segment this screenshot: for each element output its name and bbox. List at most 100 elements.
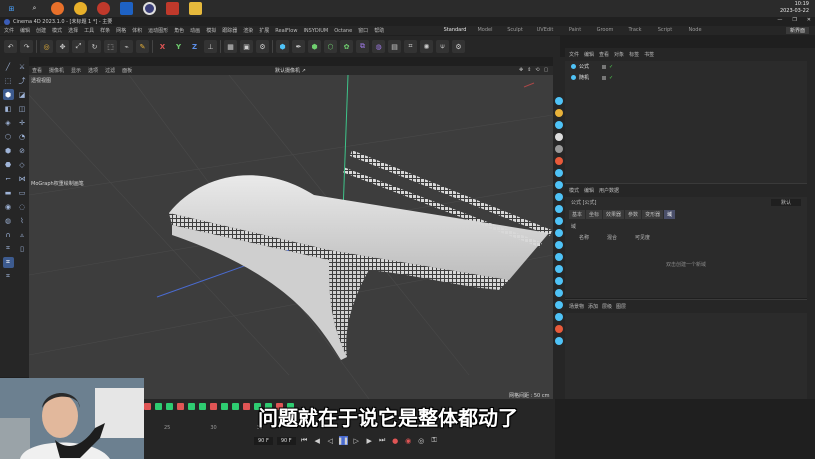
render-settings-icon[interactable]: ⚙ xyxy=(256,40,269,53)
menu-item[interactable]: 编辑 xyxy=(20,27,30,34)
attribute-tab[interactable]: 坐标 xyxy=(586,210,603,219)
file-explorer-icon[interactable] xyxy=(189,2,202,15)
lock-workplane-icon[interactable]: ⌗ xyxy=(3,271,14,282)
windows-start-icon[interactable]: ⊞ xyxy=(5,2,18,15)
viewport-menu-item[interactable]: 过滤 xyxy=(105,67,115,74)
xpresso-icon[interactable] xyxy=(555,313,563,321)
record-icon[interactable]: ● xyxy=(391,436,400,445)
layer-panel-item[interactable]: 添加 xyxy=(588,303,598,310)
loop-select-icon[interactable]: ◫ xyxy=(17,103,28,114)
model-mode-icon[interactable]: ⬢ xyxy=(2,89,14,100)
keyframe-marker[interactable] xyxy=(155,403,162,410)
menu-item[interactable]: 模式 xyxy=(52,27,62,34)
x-axis-icon[interactable]: X xyxy=(156,40,169,53)
layout-tab[interactable]: Sculpt xyxy=(500,27,530,33)
viewport-menu-item[interactable]: 选项 xyxy=(88,67,98,74)
z-axis-icon[interactable]: Z xyxy=(188,40,201,53)
menu-item[interactable]: 创建 xyxy=(36,27,46,34)
frame-end-field[interactable]: 90 F xyxy=(276,436,296,445)
layout-tab[interactable]: Node xyxy=(680,27,710,33)
app-red-icon[interactable] xyxy=(166,2,179,15)
maximize-icon[interactable]: ❐ xyxy=(792,17,796,23)
prev-key-icon[interactable]: ◀ xyxy=(313,436,322,445)
menu-item[interactable]: 窗口 xyxy=(358,27,368,34)
viewport-menu-item[interactable]: 摄像机 xyxy=(49,67,64,74)
generator-icon[interactable] xyxy=(555,217,563,225)
spline-icon[interactable] xyxy=(555,193,563,201)
move-tool-icon[interactable]: ✥ xyxy=(56,40,69,53)
knife-icon[interactable]: ⚔ xyxy=(17,61,28,72)
material-icon[interactable] xyxy=(555,97,563,105)
minimize-icon[interactable]: — xyxy=(777,17,782,23)
sketch-icon[interactable] xyxy=(555,301,563,309)
render-picture-viewer-icon[interactable]: ▣ xyxy=(240,40,253,53)
layout-tab[interactable]: Paint xyxy=(560,27,590,33)
effector-icon[interactable] xyxy=(555,181,563,189)
folder-icon[interactable]: ▯ xyxy=(17,243,28,254)
layer-panel-item[interactable]: 场景物 xyxy=(569,303,584,310)
stitch-icon[interactable]: ⌇ xyxy=(17,215,28,226)
attribute-tab[interactable]: 参数 xyxy=(625,210,642,219)
system-clock[interactable]: 10:19 2023-03-22 xyxy=(780,1,809,15)
layout-tab[interactable]: Groom xyxy=(590,27,620,33)
polygon-mode-icon[interactable]: ⬢ xyxy=(3,145,14,156)
fire-icon[interactable] xyxy=(555,325,563,333)
make-editable-icon[interactable]: ⬚ xyxy=(3,75,14,86)
menu-item[interactable]: 工具 xyxy=(84,27,94,34)
maximize-view-icon[interactable]: ▢ xyxy=(544,67,549,73)
tag-icon[interactable]: ⚙ xyxy=(452,40,465,53)
rotate-tool-icon[interactable]: ↻ xyxy=(88,40,101,53)
keyframe-marker[interactable] xyxy=(177,403,184,410)
light-icon[interactable]: ✺ xyxy=(420,40,433,53)
deformer-tag-icon[interactable] xyxy=(555,205,563,213)
onedrive-icon[interactable] xyxy=(120,2,133,15)
keyframe-mode-icon[interactable]: ◎ xyxy=(417,436,426,445)
sky-icon[interactable] xyxy=(555,157,563,165)
keyframe-marker[interactable] xyxy=(210,403,217,410)
menu-item[interactable]: 模拟 xyxy=(206,27,216,34)
pause-icon[interactable]: ❚❚ xyxy=(337,436,349,445)
search-icon[interactable]: ⌕ xyxy=(28,2,41,15)
enabled-check-icon[interactable]: ✓ xyxy=(609,75,613,81)
viewport-camera-label[interactable]: 默认摄像机 ↗ xyxy=(275,67,306,74)
sphere-icon[interactable] xyxy=(555,133,563,141)
attribute-mode-select[interactable]: 默认 xyxy=(770,199,801,206)
layout-tab[interactable]: Track xyxy=(620,27,650,33)
menu-item[interactable]: INSYDIUM xyxy=(303,28,328,34)
enabled-check-icon[interactable]: ✓ xyxy=(609,64,613,70)
point-mode-icon[interactable]: ◈ xyxy=(3,117,14,128)
go-to-end-icon[interactable]: ⏭ xyxy=(378,436,387,445)
attribute-tab[interactable]: 变形器 xyxy=(642,210,664,219)
object-manager-menu-item[interactable]: 对象 xyxy=(614,51,624,58)
close-icon[interactable]: ✕ xyxy=(807,17,811,23)
paint-icon[interactable]: ◍ xyxy=(3,215,14,226)
next-key-icon[interactable]: ▶ xyxy=(365,436,374,445)
menu-item[interactable]: 动画 xyxy=(190,27,200,34)
snap-grid-icon[interactable]: ⌗ xyxy=(2,257,14,268)
menu-item[interactable]: 体积 xyxy=(132,27,142,34)
menu-item[interactable]: 选择 xyxy=(68,27,78,34)
simulation-icon[interactable] xyxy=(555,241,563,249)
light-tag-icon[interactable] xyxy=(555,109,563,117)
smooth-icon[interactable]: ◌ xyxy=(17,201,28,212)
keyframe-marker[interactable] xyxy=(188,403,195,410)
object-name[interactable]: 公式 xyxy=(579,63,589,70)
attribute-tab[interactable]: 效果器 xyxy=(603,210,625,219)
new-layout-button[interactable]: 新界面 xyxy=(785,27,809,34)
layout-tab[interactable]: Model xyxy=(470,27,500,33)
menu-item[interactable]: RealFlow xyxy=(275,28,297,34)
keyframe-marker[interactable] xyxy=(144,403,151,410)
menu-item[interactable]: Octane xyxy=(334,28,352,34)
attribute-tab[interactable]: 域 xyxy=(664,210,676,219)
deformer-icon[interactable]: ⧉ xyxy=(356,40,369,53)
menu-item[interactable]: 文件 xyxy=(4,27,14,34)
array-icon[interactable]: ▭ xyxy=(17,187,28,198)
object-row[interactable]: 公式 ✓ xyxy=(565,61,807,72)
cloner-icon[interactable]: ⬡ xyxy=(324,40,337,53)
grid-floor-icon[interactable]: ▤ xyxy=(388,40,401,53)
keyframe-marker[interactable] xyxy=(166,403,173,410)
solo-icon[interactable]: ▬ xyxy=(3,187,14,198)
scene-node-icon[interactable] xyxy=(555,337,563,345)
attribute-tab[interactable]: 基本 xyxy=(569,210,586,219)
snap-icon[interactable]: ⌁ xyxy=(120,40,133,53)
